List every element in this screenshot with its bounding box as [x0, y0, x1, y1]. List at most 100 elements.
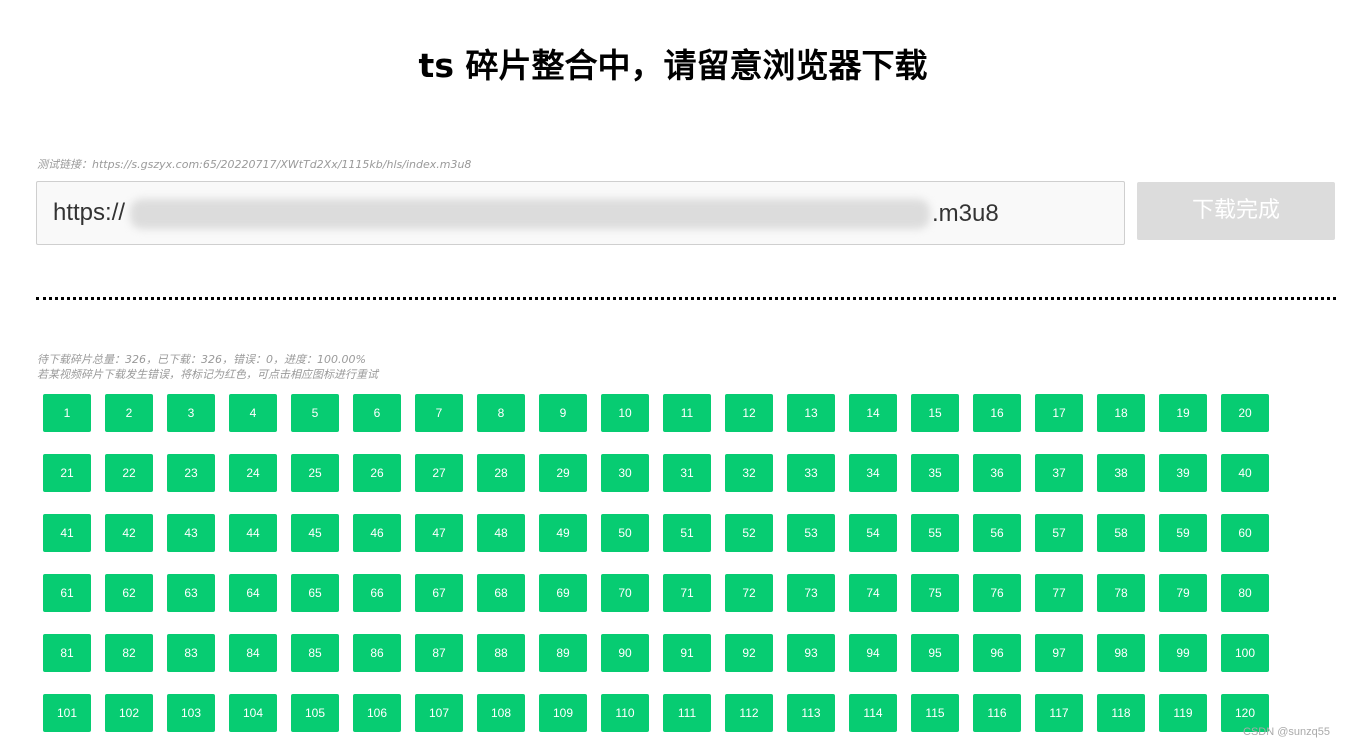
- segment-tile[interactable]: 61: [43, 574, 91, 612]
- segment-tile[interactable]: 114: [849, 694, 897, 732]
- segment-tile[interactable]: 28: [477, 454, 525, 492]
- segment-tile[interactable]: 26: [353, 454, 401, 492]
- segment-tile[interactable]: 58: [1097, 514, 1145, 552]
- segment-tile[interactable]: 46: [353, 514, 401, 552]
- segment-tile[interactable]: 29: [539, 454, 587, 492]
- segment-tile[interactable]: 38: [1097, 454, 1145, 492]
- segment-tile[interactable]: 23: [167, 454, 215, 492]
- segment-tile[interactable]: 45: [291, 514, 339, 552]
- segment-tile[interactable]: 103: [167, 694, 215, 732]
- segment-tile[interactable]: 55: [911, 514, 959, 552]
- segment-tile[interactable]: 30: [601, 454, 649, 492]
- segment-tile[interactable]: 19: [1159, 394, 1207, 432]
- segment-tile[interactable]: 21: [43, 454, 91, 492]
- segment-tile[interactable]: 78: [1097, 574, 1145, 612]
- segment-tile[interactable]: 15: [911, 394, 959, 432]
- segment-tile[interactable]: 67: [415, 574, 463, 612]
- segment-tile[interactable]: 36: [973, 454, 1021, 492]
- segment-tile[interactable]: 42: [105, 514, 153, 552]
- segment-tile[interactable]: 108: [477, 694, 525, 732]
- segment-tile[interactable]: 27: [415, 454, 463, 492]
- segment-tile[interactable]: 107: [415, 694, 463, 732]
- segment-tile[interactable]: 100: [1221, 634, 1269, 672]
- segment-tile[interactable]: 93: [787, 634, 835, 672]
- segment-tile[interactable]: 111: [663, 694, 711, 732]
- segment-tile[interactable]: 18: [1097, 394, 1145, 432]
- segment-tile[interactable]: 81: [43, 634, 91, 672]
- segment-tile[interactable]: 74: [849, 574, 897, 612]
- segment-tile[interactable]: 116: [973, 694, 1021, 732]
- segment-tile[interactable]: 49: [539, 514, 587, 552]
- segment-tile[interactable]: 44: [229, 514, 277, 552]
- segment-tile[interactable]: 37: [1035, 454, 1083, 492]
- segment-tile[interactable]: 95: [911, 634, 959, 672]
- segment-tile[interactable]: 35: [911, 454, 959, 492]
- segment-tile[interactable]: 83: [167, 634, 215, 672]
- segment-tile[interactable]: 40: [1221, 454, 1269, 492]
- segment-tile[interactable]: 88: [477, 634, 525, 672]
- segment-tile[interactable]: 91: [663, 634, 711, 672]
- segment-tile[interactable]: 51: [663, 514, 711, 552]
- segment-tile[interactable]: 13: [787, 394, 835, 432]
- segment-tile[interactable]: 31: [663, 454, 711, 492]
- segment-tile[interactable]: 7: [415, 394, 463, 432]
- segment-tile[interactable]: 65: [291, 574, 339, 612]
- segment-tile[interactable]: 12: [725, 394, 773, 432]
- segment-tile[interactable]: 11: [663, 394, 711, 432]
- segment-tile[interactable]: 54: [849, 514, 897, 552]
- segment-tile[interactable]: 3: [167, 394, 215, 432]
- segment-tile[interactable]: 56: [973, 514, 1021, 552]
- segment-tile[interactable]: 43: [167, 514, 215, 552]
- segment-tile[interactable]: 102: [105, 694, 153, 732]
- segment-tile[interactable]: 117: [1035, 694, 1083, 732]
- segment-tile[interactable]: 47: [415, 514, 463, 552]
- segment-tile[interactable]: 22: [105, 454, 153, 492]
- segment-tile[interactable]: 20: [1221, 394, 1269, 432]
- segment-tile[interactable]: 52: [725, 514, 773, 552]
- segment-tile[interactable]: 99: [1159, 634, 1207, 672]
- segment-tile[interactable]: 75: [911, 574, 959, 612]
- segment-tile[interactable]: 24: [229, 454, 277, 492]
- segment-tile[interactable]: 104: [229, 694, 277, 732]
- segment-tile[interactable]: 85: [291, 634, 339, 672]
- segment-tile[interactable]: 53: [787, 514, 835, 552]
- segment-tile[interactable]: 73: [787, 574, 835, 612]
- segment-tile[interactable]: 2: [105, 394, 153, 432]
- segment-tile[interactable]: 80: [1221, 574, 1269, 612]
- segment-tile[interactable]: 82: [105, 634, 153, 672]
- segment-tile[interactable]: 17: [1035, 394, 1083, 432]
- segment-tile[interactable]: 69: [539, 574, 587, 612]
- segment-tile[interactable]: 14: [849, 394, 897, 432]
- segment-tile[interactable]: 34: [849, 454, 897, 492]
- segment-tile[interactable]: 8: [477, 394, 525, 432]
- segment-tile[interactable]: 50: [601, 514, 649, 552]
- segment-tile[interactable]: 96: [973, 634, 1021, 672]
- segment-tile[interactable]: 119: [1159, 694, 1207, 732]
- segment-tile[interactable]: 59: [1159, 514, 1207, 552]
- segment-tile[interactable]: 84: [229, 634, 277, 672]
- segment-tile[interactable]: 60: [1221, 514, 1269, 552]
- segment-tile[interactable]: 57: [1035, 514, 1083, 552]
- segment-tile[interactable]: 118: [1097, 694, 1145, 732]
- segment-tile[interactable]: 48: [477, 514, 525, 552]
- segment-tile[interactable]: 5: [291, 394, 339, 432]
- segment-tile[interactable]: 70: [601, 574, 649, 612]
- segment-tile[interactable]: 77: [1035, 574, 1083, 612]
- segment-tile[interactable]: 25: [291, 454, 339, 492]
- segment-tile[interactable]: 109: [539, 694, 587, 732]
- segment-tile[interactable]: 110: [601, 694, 649, 732]
- segment-tile[interactable]: 32: [725, 454, 773, 492]
- download-complete-button[interactable]: 下载完成: [1137, 182, 1335, 240]
- segment-tile[interactable]: 63: [167, 574, 215, 612]
- segment-tile[interactable]: 86: [353, 634, 401, 672]
- segment-tile[interactable]: 92: [725, 634, 773, 672]
- segment-tile[interactable]: 33: [787, 454, 835, 492]
- segment-tile[interactable]: 113: [787, 694, 835, 732]
- segment-tile[interactable]: 71: [663, 574, 711, 612]
- segment-tile[interactable]: 106: [353, 694, 401, 732]
- segment-tile[interactable]: 10: [601, 394, 649, 432]
- segment-tile[interactable]: 101: [43, 694, 91, 732]
- segment-tile[interactable]: 89: [539, 634, 587, 672]
- segment-tile[interactable]: 112: [725, 694, 773, 732]
- segment-tile[interactable]: 79: [1159, 574, 1207, 612]
